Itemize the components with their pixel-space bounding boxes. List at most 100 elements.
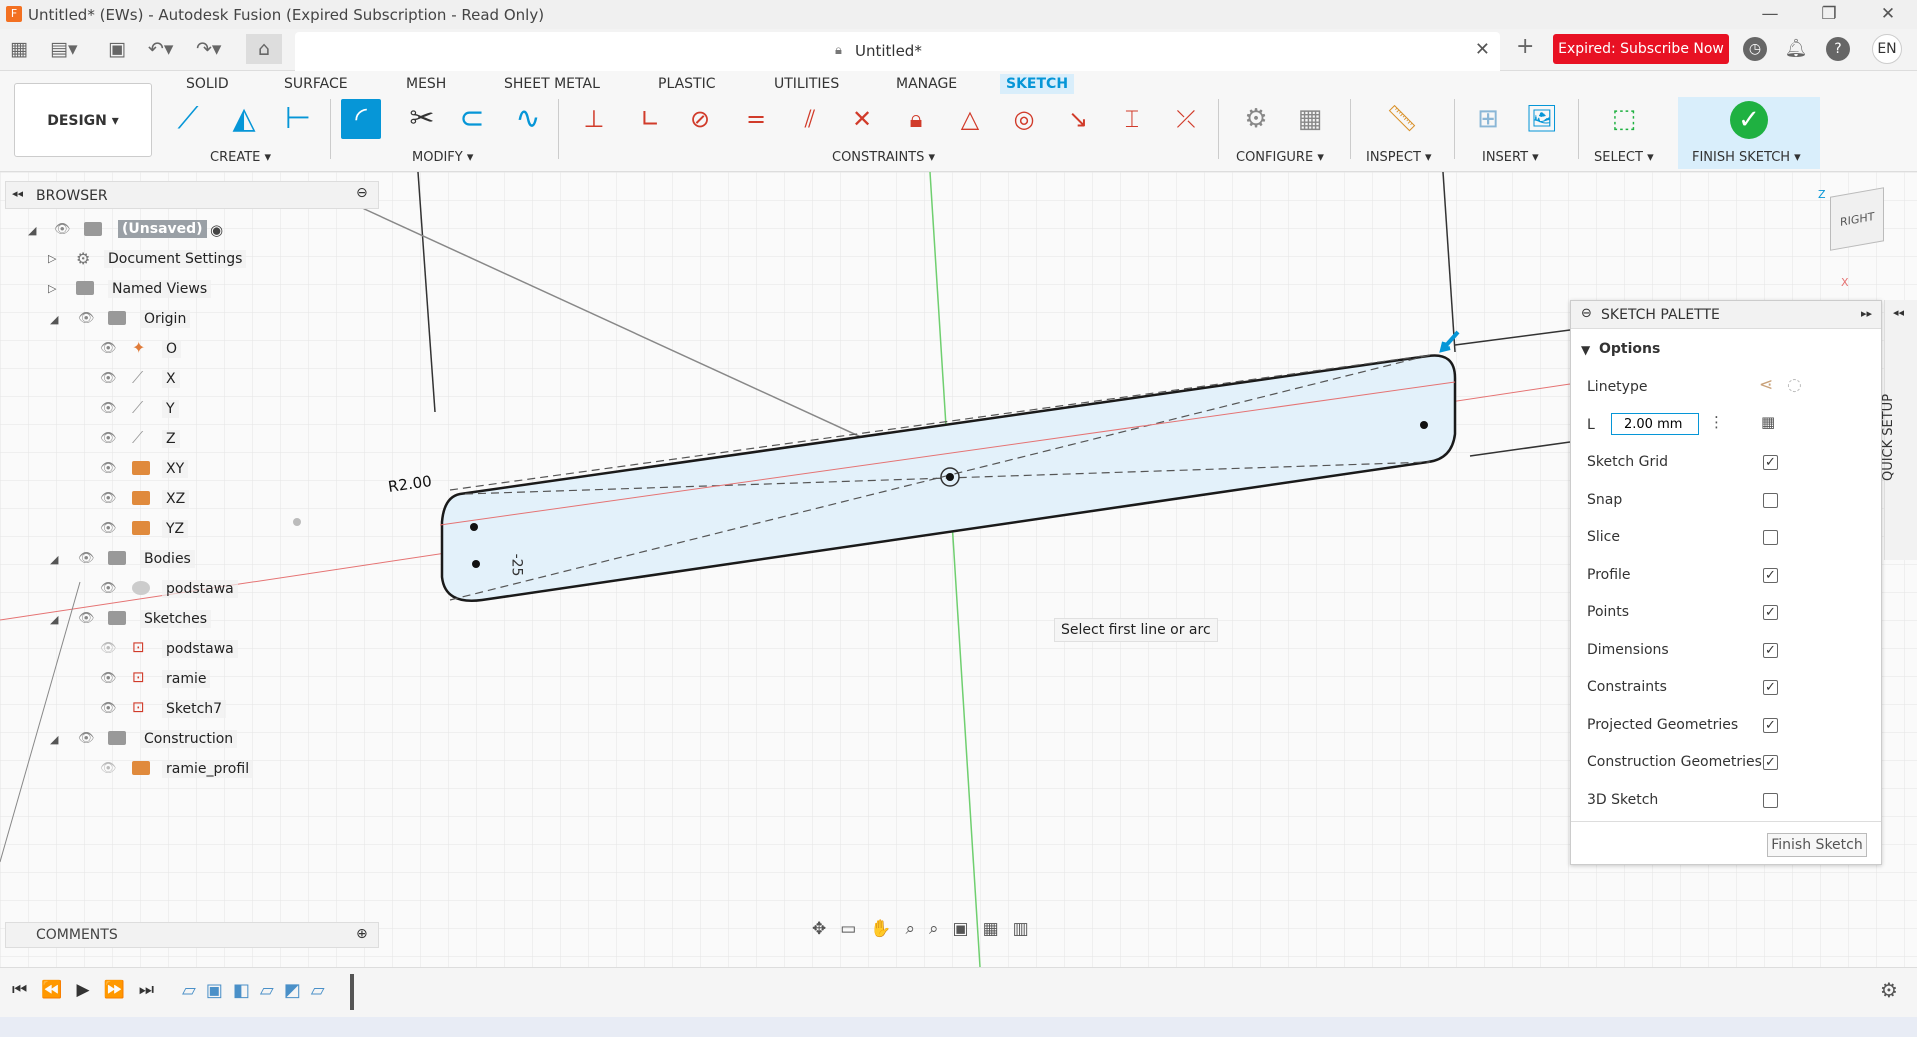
midpoint-constraint-icon[interactable]: △ <box>950 99 990 139</box>
timeline-body-icon[interactable]: ◧ <box>233 980 260 1001</box>
centerline-linetype-icon[interactable]: ◌ <box>1787 375 1802 395</box>
timeline-plane-icon[interactable]: ◩ <box>284 980 311 1001</box>
dimension-tool-icon[interactable]: ⊢ <box>278 99 318 139</box>
option-constraints-checkbox[interactable]: ✓ <box>1763 680 1778 695</box>
options-section-title[interactable]: Options <box>1599 341 1660 357</box>
option-snap-checkbox[interactable] <box>1763 493 1778 508</box>
option-sketch-grid-checkbox[interactable]: ✓ <box>1763 455 1778 470</box>
tree-collapse-icon[interactable]: ◢ <box>50 613 58 626</box>
viewports-icon[interactable]: ▥ <box>1013 919 1043 939</box>
navigation-bar[interactable]: ✥▭✋⌕⌕▣▦▥ <box>812 919 1112 949</box>
visibility-eye-icon[interactable]: 👁︎ <box>78 311 95 326</box>
parallel-constraint-icon[interactable]: ⫽ <box>790 99 830 139</box>
select-group-label[interactable]: SELECT ▾ <box>1594 150 1654 165</box>
tree-item-z-axis[interactable]: Z <box>162 430 180 448</box>
visibility-eye-icon[interactable]: 👁︎ <box>100 701 117 716</box>
tree-item-named-views[interactable]: Named Views <box>108 280 212 298</box>
add-comment-icon[interactable]: ⊕ <box>356 926 368 942</box>
option-slice-checkbox[interactable] <box>1763 530 1778 545</box>
tree-item-body-podstawa[interactable]: podstawa <box>162 580 238 598</box>
tree-item-origin-point[interactable]: O <box>162 340 182 358</box>
design-workspace-button[interactable]: DESIGN ▾ <box>14 83 152 157</box>
tab-sheet-metal[interactable]: SHEET METAL <box>498 74 606 94</box>
collinear-constraint-icon[interactable]: ↘ <box>1058 99 1098 139</box>
tree-collapse-icon[interactable]: ◢ <box>50 313 58 326</box>
play-icon[interactable]: ▶ <box>76 980 103 1000</box>
palette-expand-icon[interactable]: ▸▸ <box>1861 307 1872 320</box>
help-icon[interactable]: ? <box>1826 37 1850 61</box>
select-tool-icon[interactable]: ⬚ <box>1604 99 1644 139</box>
collapse-panel-icon[interactable]: ◂◂ <box>12 187 23 200</box>
save-icon[interactable]: ▣ <box>108 38 126 60</box>
visibility-eye-icon[interactable]: 👁︎ <box>100 461 117 476</box>
sketch-palette-header[interactable]: ⊖ SKETCH PALETTE ▸▸ <box>1571 301 1881 329</box>
go-to-end-icon[interactable]: ⏭ <box>139 980 168 1000</box>
construction-linetype-icon[interactable]: ⋖ <box>1759 375 1773 395</box>
tree-item-xz-plane[interactable]: XZ <box>162 490 190 508</box>
insert-derive-icon[interactable]: ⊞ <box>1468 99 1508 139</box>
visibility-eye-icon[interactable]: 👁︎ <box>54 222 71 237</box>
tab-plastic[interactable]: PLASTIC <box>652 74 721 94</box>
tree-item-construction[interactable]: Construction <box>140 730 238 748</box>
pan-icon[interactable]: ✋ <box>870 919 905 939</box>
modify-group-label[interactable]: MODIFY ▾ <box>412 150 473 165</box>
visibility-eye-icon[interactable]: 👁︎ <box>100 371 117 386</box>
option-construction-geometries-checkbox[interactable]: ✓ <box>1763 755 1778 770</box>
tab-surface[interactable]: SURFACE <box>278 74 354 94</box>
visibility-eye-icon[interactable]: 👁︎ <box>100 341 117 356</box>
horizontal-vertical-constraint-icon[interactable]: ⊥ <box>574 99 614 139</box>
tree-item-x-axis[interactable]: X <box>162 370 180 388</box>
visibility-eye-icon[interactable]: 👁︎ <box>100 491 117 506</box>
change-parameters-icon[interactable]: ⚙ <box>1236 99 1276 139</box>
mirror-tool-icon[interactable]: ◭ <box>224 99 264 139</box>
tab-utilities[interactable]: UTILITIES <box>768 74 845 94</box>
active-radio-icon[interactable]: ◉ <box>210 221 223 239</box>
tree-collapse-icon[interactable]: ◢ <box>50 553 58 566</box>
visibility-eye-icon[interactable]: 👁︎ <box>100 671 117 686</box>
new-tab-icon[interactable]: + <box>1516 34 1534 59</box>
concentric-constraint-icon[interactable]: ◎ <box>1004 99 1044 139</box>
length-dimension[interactable]: -25 <box>508 554 524 577</box>
tab-manage[interactable]: MANAGE <box>890 74 963 94</box>
tree-item-y-axis[interactable]: Y <box>162 400 179 418</box>
language-button[interactable]: EN <box>1872 34 1902 64</box>
grid-settings-icon[interactable]: ▦ <box>983 919 1013 939</box>
palette-minimize-icon[interactable]: ⊖ <box>1581 306 1592 321</box>
home-icon[interactable]: ⌂ <box>246 34 282 64</box>
tree-item-sketch7[interactable]: Sketch7 <box>162 700 227 718</box>
quick-setup-panel[interactable]: ◂◂ QUICK SETUP <box>1881 300 1917 560</box>
tree-item-sketch-ramie[interactable]: ramie <box>162 670 211 688</box>
browser-panel-header[interactable]: ◂◂ BROWSER ⊖ <box>5 181 379 209</box>
offset-tool-icon[interactable]: ⊂ <box>452 99 492 139</box>
fillet-tool-icon[interactable]: ◜ <box>341 99 381 139</box>
subscribe-button[interactable]: Expired: Subscribe Now <box>1553 34 1729 64</box>
finish-sketch-palette-button[interactable]: Finish Sketch <box>1767 833 1867 857</box>
tree-item-sketch-podstawa[interactable]: podstawa <box>162 640 238 658</box>
option-3d-sketch-checkbox[interactable] <box>1763 793 1778 808</box>
visibility-eye-icon[interactable]: 👁︎ <box>100 431 117 446</box>
display-settings-icon[interactable]: ▣ <box>953 919 983 939</box>
view-cube[interactable]: RIGHT <box>1830 187 1884 251</box>
tree-item-sketches[interactable]: Sketches <box>140 610 212 628</box>
visibility-eye-icon[interactable]: 👁︎ <box>78 551 95 566</box>
configure-group-label[interactable]: CONFIGURE ▾ <box>1236 150 1324 165</box>
insert-group-label[interactable]: INSERT ▾ <box>1482 150 1539 165</box>
option-points-checkbox[interactable]: ✓ <box>1763 605 1778 620</box>
symmetry-constraint-icon[interactable]: ⌶ <box>1112 99 1152 139</box>
tree-collapse-icon[interactable]: ◢ <box>28 224 36 237</box>
tree-item-root[interactable]: (Unsaved) <box>118 220 207 238</box>
option-profile-checkbox[interactable]: ✓ <box>1763 568 1778 583</box>
constraints-group-label[interactable]: CONSTRAINTS ▾ <box>832 150 935 165</box>
undo-icon[interactable]: ↶▾ <box>148 38 173 60</box>
calendar-icon[interactable]: ▦ <box>1761 413 1775 431</box>
notifications-icon[interactable]: 🔔︎ <box>1784 37 1808 61</box>
spline-tool-icon[interactable]: ∿ <box>508 99 548 139</box>
go-to-start-icon[interactable]: ⏮ <box>12 980 41 1000</box>
visibility-eye-icon[interactable]: 👁︎ <box>78 611 95 626</box>
app-grid-icon[interactable]: ▦ <box>10 38 28 60</box>
file-menu-icon[interactable]: ▤▾ <box>50 38 78 60</box>
tree-expand-icon[interactable]: ▷ <box>48 282 56 295</box>
restore-button[interactable]: ❐ <box>1814 4 1844 24</box>
tree-collapse-icon[interactable]: ◢ <box>50 733 58 746</box>
option-projected-geometries-checkbox[interactable]: ✓ <box>1763 718 1778 733</box>
